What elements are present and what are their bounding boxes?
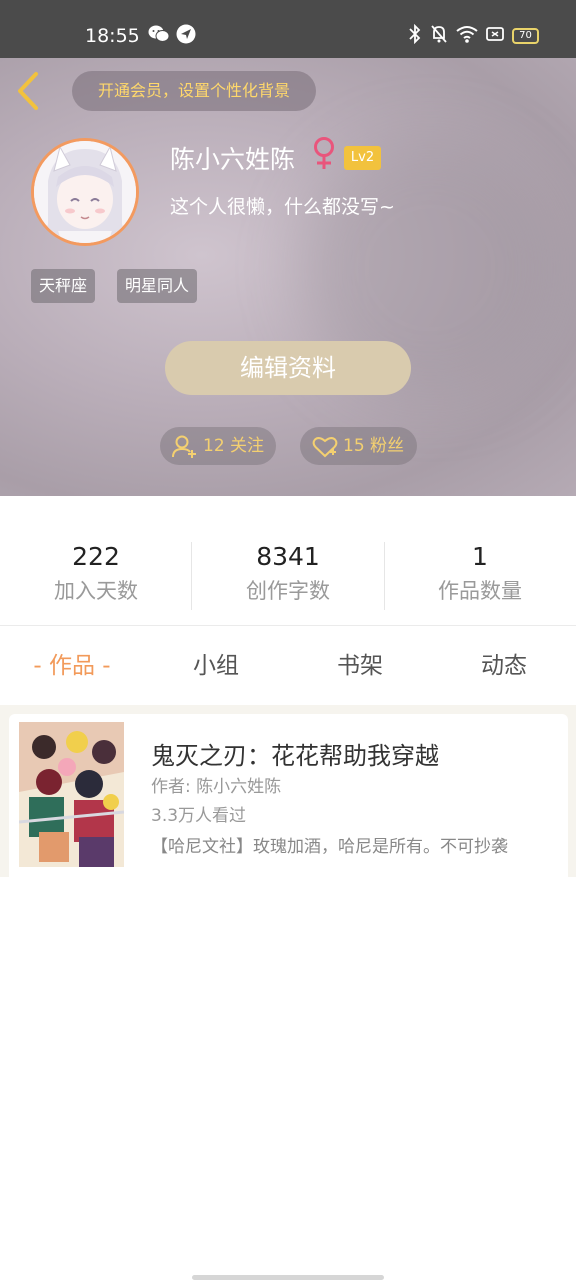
battery-indicator: 70 [512, 28, 539, 44]
work-title[interactable]: 鬼灭之刃：花花帮助我穿越 [151, 736, 439, 771]
bio: 这个人很懒，什么都没写~ [170, 196, 395, 218]
fans-count: 15 粉丝 [343, 436, 405, 456]
stat-value: 1 [472, 542, 488, 571]
stat-label: 作品数量 [438, 579, 522, 603]
follow-count: 12 关注 [203, 436, 265, 456]
work-views: 3.3万人看过 [151, 806, 247, 826]
heart-icon [312, 437, 338, 458]
stat-label: 加入天数 [54, 579, 138, 603]
fans-button[interactable]: 15 粉丝 [300, 427, 417, 465]
wechat-icon [148, 24, 170, 50]
status-bar: 18:55 70 [0, 0, 576, 58]
username: 陈小六姓陈 [170, 145, 296, 174]
home-indicator[interactable] [192, 1275, 384, 1280]
navigation-icon [176, 24, 196, 50]
stat-value: 222 [72, 542, 120, 571]
tag-category: 明星同人 [117, 269, 198, 303]
female-icon [311, 136, 337, 174]
work-card[interactable]: 鬼灭之刃：花花帮助我穿越 作者: 陈小六姓陈 3.3万人看过 【哈尼文社】玫瑰加… [9, 714, 568, 877]
user-plus-icon [172, 435, 196, 458]
stat-works[interactable]: 1 作品数量 [384, 542, 576, 606]
tab-groups[interactable]: 小组 [144, 627, 288, 705]
stat-label: 创作字数 [246, 579, 330, 603]
bell-mute-icon [430, 24, 448, 50]
level-badge: Lv2 [344, 146, 381, 170]
stat-days[interactable]: 222 加入天数 [0, 542, 192, 606]
tab-bar: - 作品 - 小组 书架 动态 [0, 627, 576, 705]
back-button[interactable] [12, 70, 46, 112]
stat-value: 8341 [256, 542, 320, 571]
work-author: 作者: 陈小六姓陈 [151, 777, 282, 797]
bluetooth-icon [408, 23, 422, 50]
avatar[interactable] [31, 138, 139, 246]
work-description: 【哈尼文社】玫瑰加酒，哈尼是所有。不可抄袭 [151, 837, 508, 857]
tab-works[interactable]: - 作品 - [0, 627, 144, 705]
chevron-left-icon [18, 72, 38, 110]
vip-banner[interactable]: 开通会员，设置个性化背景 [72, 71, 316, 111]
tab-bookshelf[interactable]: 书架 [288, 627, 432, 705]
wifi-icon [456, 24, 478, 50]
sim-icon [486, 24, 504, 50]
status-time: 18:55 [85, 25, 140, 47]
tag-zodiac: 天秤座 [31, 269, 96, 303]
profile-header: 开通会员，设置个性化背景 陈小六姓陈 Lv2 这个人很懒，什么都没写~ 天秤座 … [0, 58, 576, 496]
follow-button[interactable]: 12 关注 [160, 427, 276, 465]
stat-words[interactable]: 8341 创作字数 [192, 542, 384, 606]
battery-level: 70 [519, 30, 532, 41]
tab-activity[interactable]: 动态 [432, 627, 576, 705]
edit-profile-button[interactable]: 编辑资料 [165, 341, 411, 395]
book-cover-image [19, 722, 124, 867]
stats-bar: 222 加入天数 8341 创作字数 1 作品数量 [0, 496, 576, 626]
